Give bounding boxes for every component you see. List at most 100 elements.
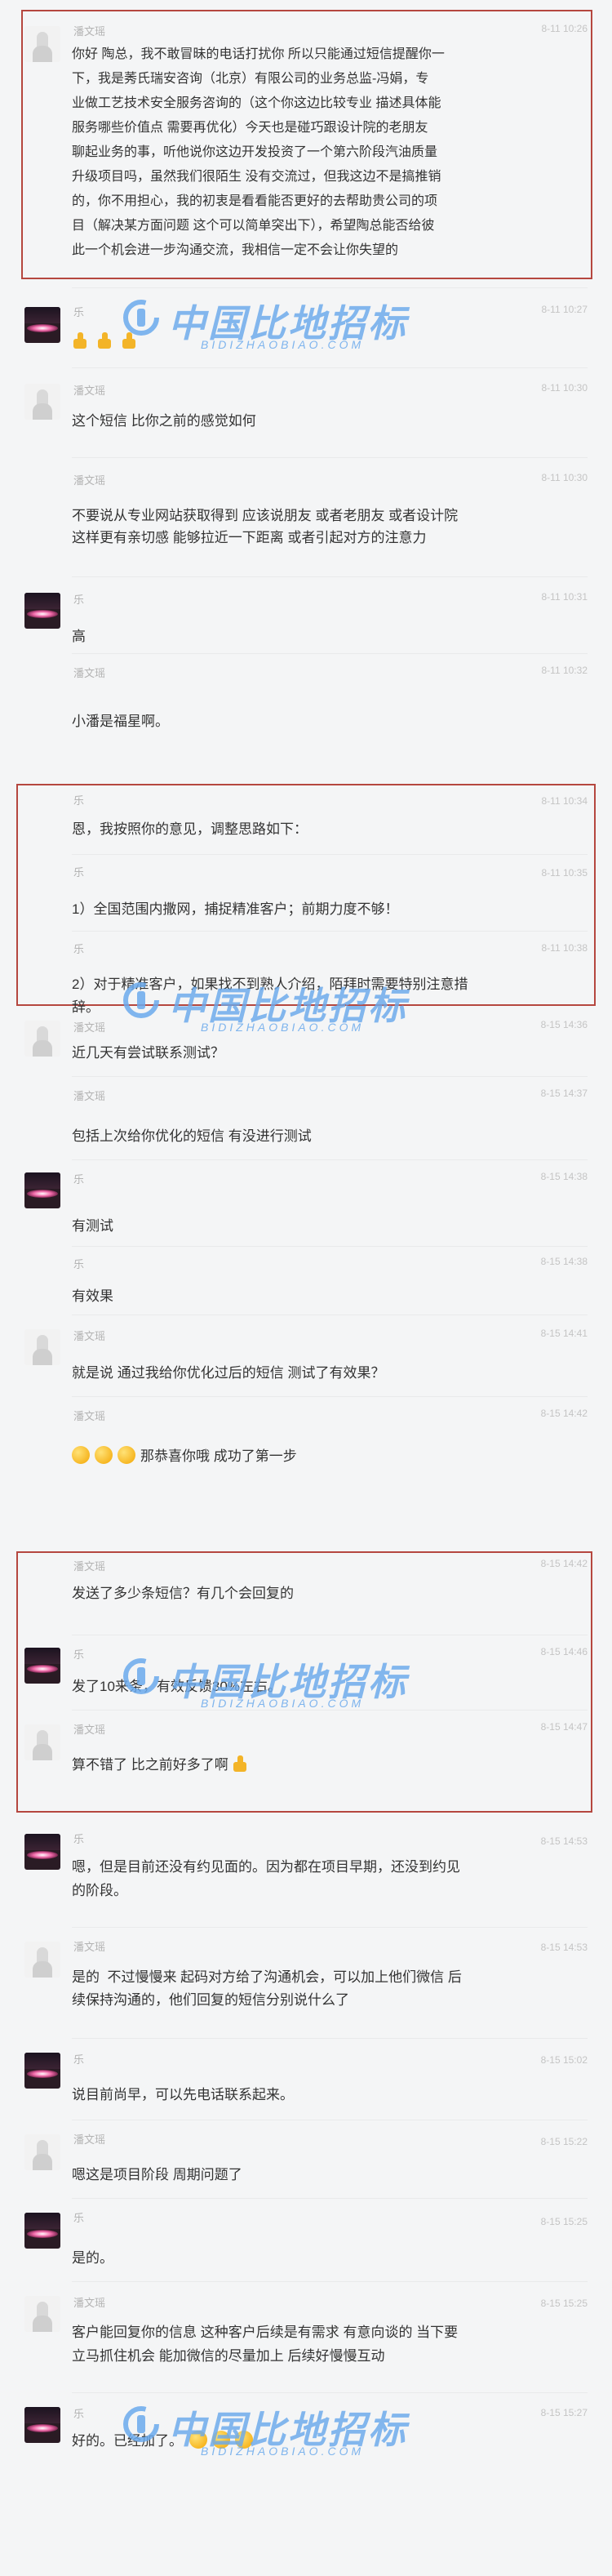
timestamp: 8-15 14:37: [540, 1088, 588, 1099]
message-text: 发送了多少条短信？有几个会回复的: [72, 1586, 294, 1601]
avatar[interactable]: [24, 2213, 60, 2249]
message-text: 这个短信 比你之前的感觉如何: [72, 413, 256, 429]
sender-name: 潘文瑶: [73, 385, 106, 397]
sender-name: 乐: [73, 2053, 85, 2066]
timestamp: 8-11 10:30: [541, 472, 588, 483]
sender-name: 潘文瑶: [73, 667, 106, 679]
timestamp: 8-11 10:26: [541, 23, 588, 34]
timestamp: 8-15 14:41: [540, 1328, 588, 1339]
celebrate-emoji-icon: [95, 1446, 113, 1464]
timestamp: 8-15 14:36: [540, 1019, 588, 1030]
message-text: 是的 不过慢慢来 起码对方给了沟通机会，可以加上他们微信 后 续保持沟通的，他们…: [72, 1969, 462, 2008]
watermark: 中国比地招标 BIDIZHAOBIAO.COM: [122, 294, 473, 359]
message-text: 嗯，但是目前还没有约见面的。因为都在项目早期，还没到约见 的阶段。: [72, 1859, 460, 1898]
sender-name: 乐: [73, 306, 85, 318]
timestamp: 8-11 10:27: [541, 304, 588, 315]
sender-name: 乐: [73, 794, 85, 807]
timestamp: 8-15 14:53: [540, 1835, 588, 1847]
avatar[interactable]: [24, 2296, 60, 2332]
celebrate-emoji-icon: [72, 1446, 90, 1464]
sender-name: 潘文瑶: [73, 1560, 106, 1573]
avatar[interactable]: [24, 1834, 60, 1870]
sender-name: 乐: [73, 943, 85, 955]
timestamp: 8-11 10:31: [541, 591, 588, 603]
message-text: 那恭喜你哦 成功了第一步: [140, 1448, 297, 1464]
sender-name: 乐: [73, 594, 85, 606]
avatar[interactable]: [24, 1329, 60, 1365]
sender-name: 乐: [73, 1258, 85, 1270]
sender-name: 潘文瑶: [73, 1724, 106, 1736]
timestamp: 8-15 14:47: [540, 1721, 588, 1733]
message-text-row: 好的。已经加了。: [72, 2430, 258, 2452]
timestamp: 8-15 14:53: [540, 1942, 588, 1953]
timestamp: 8-11 10:38: [541, 942, 588, 954]
sender-name: 乐: [73, 1648, 85, 1661]
message-text: 恩，我按照你的意见，调整思路如下：: [72, 821, 308, 837]
message-text: 1）全国范围内撒网，捕捉精准客户；前期力度不够！: [72, 901, 399, 917]
message-text: 小潘是福星啊。: [72, 714, 169, 729]
avatar[interactable]: [24, 307, 60, 343]
thumbs-up-icon: [72, 331, 90, 349]
emoji-message: 那恭喜你哦 成功了第一步: [72, 1445, 297, 1467]
message-text: 高: [72, 629, 86, 644]
sender-name: 潘文瑶: [73, 1410, 106, 1422]
message-text: 2）对于精准客户，如果找不到熟人介绍，陌拜时需要特别注意措 辞。: [72, 977, 468, 1015]
sender-name: 潘文瑶: [73, 1330, 106, 1342]
message-text: 算不错了 比之前好多了啊: [72, 1757, 228, 1773]
avatar[interactable]: [24, 1724, 60, 1760]
sender-name: 乐: [73, 866, 85, 879]
sender-name: 潘文瑶: [73, 1021, 106, 1034]
timestamp: 8-11 10:34: [541, 795, 588, 807]
sender-name: 潘文瑶: [73, 1941, 106, 1953]
thumbs-up-icon: [232, 1755, 250, 1773]
message-text: 是的。: [72, 2250, 113, 2266]
fist-emoji-icon: [235, 2431, 253, 2449]
sender-name: 乐: [73, 1173, 85, 1186]
message-text: 好的。已经加了。: [72, 2433, 183, 2449]
message-text: 发了10来条，有效反馈30%左右。: [72, 1679, 282, 1694]
sender-name: 乐: [73, 2408, 85, 2420]
avatar[interactable]: [24, 1172, 60, 1208]
timestamp: 8-15 15:25: [540, 2298, 588, 2309]
timestamp: 8-15 15:22: [540, 2136, 588, 2147]
sender-name: 潘文瑶: [73, 2297, 106, 2309]
message-text-row: 算不错了 比之前好多了啊: [72, 1754, 256, 1776]
sender-name: 乐: [73, 1833, 85, 1845]
avatar[interactable]: [24, 2407, 60, 2443]
sender-name: 潘文瑶: [73, 1090, 106, 1102]
thumbs-up-emojis: [72, 331, 145, 350]
fist-emoji-icon: [212, 2431, 230, 2449]
avatar[interactable]: [24, 1942, 60, 1978]
message-text: 说目前尚早，可以先电话联系起来。: [72, 2087, 294, 2102]
sender-name: 潘文瑶: [73, 2133, 106, 2146]
timestamp: 8-15 15:02: [540, 2054, 588, 2066]
avatar[interactable]: [24, 1021, 60, 1057]
avatar[interactable]: [24, 2053, 60, 2089]
message-text: 包括上次给你优化的短信 有没进行测试: [72, 1128, 312, 1144]
timestamp: 8-15 14:38: [540, 1171, 588, 1182]
avatar[interactable]: [24, 384, 60, 420]
timestamp: 8-15 15:25: [540, 2216, 588, 2227]
message-text: 有效果: [72, 1288, 113, 1304]
message-text: 就是说 通过我给你优化过后的短信 测试了有效果？: [72, 1365, 385, 1381]
avatar[interactable]: [24, 26, 60, 62]
message-text: 客户能回复你的信息 这种客户后续是有需求 有意向谈的 当下要 立马抓住机会 能加…: [72, 2325, 459, 2364]
sender-name: 潘文瑶: [73, 25, 106, 38]
timestamp: 8-15 15:27: [540, 2407, 588, 2418]
sender-name: 潘文瑶: [73, 474, 106, 487]
timestamp: 8-15 14:42: [540, 1408, 588, 1419]
message-text: 不要说从专业网站获取得到 应该说朋友 或者老朋友 或者设计院 这样更有亲切感 能…: [72, 508, 459, 545]
avatar[interactable]: [24, 2134, 60, 2170]
timestamp: 8-15 14:38: [540, 1256, 588, 1267]
timestamp: 8-11 10:35: [541, 867, 588, 879]
message-text: 近几天有尝试联系测试？: [72, 1045, 224, 1061]
avatar[interactable]: [24, 593, 60, 629]
avatar[interactable]: [24, 1648, 60, 1684]
thumbs-up-icon: [96, 331, 114, 349]
fist-emoji-icon: [189, 2431, 207, 2449]
message-text: 你好 陶总，我不敢冒昧的电话打扰你 所以只能通过短信提醒你一 下，我是莠氏瑞安咨…: [72, 47, 445, 257]
sender-name: 乐: [73, 2212, 85, 2224]
celebrate-emoji-icon: [118, 1446, 135, 1464]
message-text: 嗯这是项目阶段 周期问题了: [72, 2167, 242, 2182]
message-text: 有测试: [72, 1218, 113, 1234]
